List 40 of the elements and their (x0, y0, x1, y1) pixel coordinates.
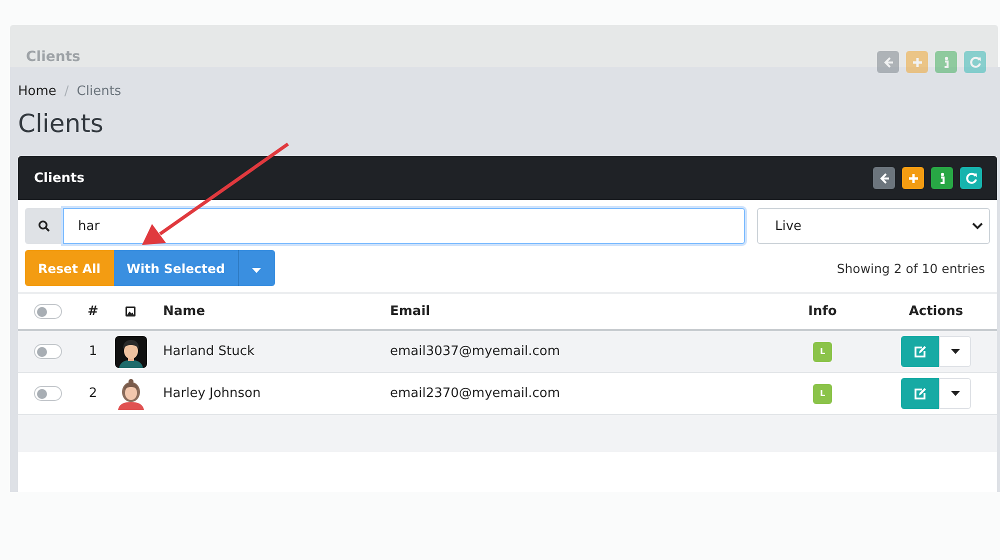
breadcrumb-item: Clients (76, 84, 122, 99)
table-cell-text: 1 (88, 344, 98, 359)
column-header: Name (162, 304, 206, 319)
info-button[interactable] (931, 167, 953, 189)
card-title: Clients (34, 170, 84, 186)
plus-button[interactable] (902, 167, 924, 189)
refresh-icon (968, 54, 982, 70)
column-header: Email (389, 304, 432, 319)
info-badge: L (813, 342, 832, 362)
entries-count: Showing 2 of 10 entries (836, 260, 985, 276)
toggle-switch[interactable] (34, 386, 62, 401)
refresh-icon (964, 170, 978, 186)
chevron-icon (972, 222, 983, 230)
breadcrumb-separator: / (64, 84, 69, 99)
page-title: Clients (18, 109, 104, 139)
caret-icon (950, 391, 960, 396)
edit-icon (913, 386, 927, 400)
arrow-left-button[interactable] (873, 167, 895, 189)
refresh-button[interactable] (960, 167, 982, 189)
caret-icon (950, 349, 960, 354)
column-header: # (86, 304, 100, 319)
search-icon (38, 220, 50, 232)
column-header: Actions (908, 304, 964, 319)
search-field[interactable]: har (63, 208, 745, 244)
card-title: Clients (26, 49, 80, 65)
caret-icon (252, 268, 262, 272)
avatar (114, 336, 146, 368)
toggle-switch[interactable] (34, 304, 62, 319)
image-icon (125, 306, 136, 317)
toggle-switch[interactable] (34, 344, 62, 359)
column-header: Info (807, 304, 838, 319)
status-dropdown[interactable]: Live (757, 208, 990, 244)
info-badge: L (813, 384, 832, 404)
table-cell-text: email2370@myemail.com (389, 386, 562, 401)
table-cell-text: Harland Stuck (162, 344, 256, 359)
edit-icon (913, 344, 927, 358)
table-cell-text: Harley Johnson (162, 386, 262, 401)
table-cell-text: 2 (88, 386, 98, 401)
breadcrumb-item[interactable]: Home (18, 84, 56, 99)
table-cell-text: email3037@myemail.com (389, 344, 562, 359)
